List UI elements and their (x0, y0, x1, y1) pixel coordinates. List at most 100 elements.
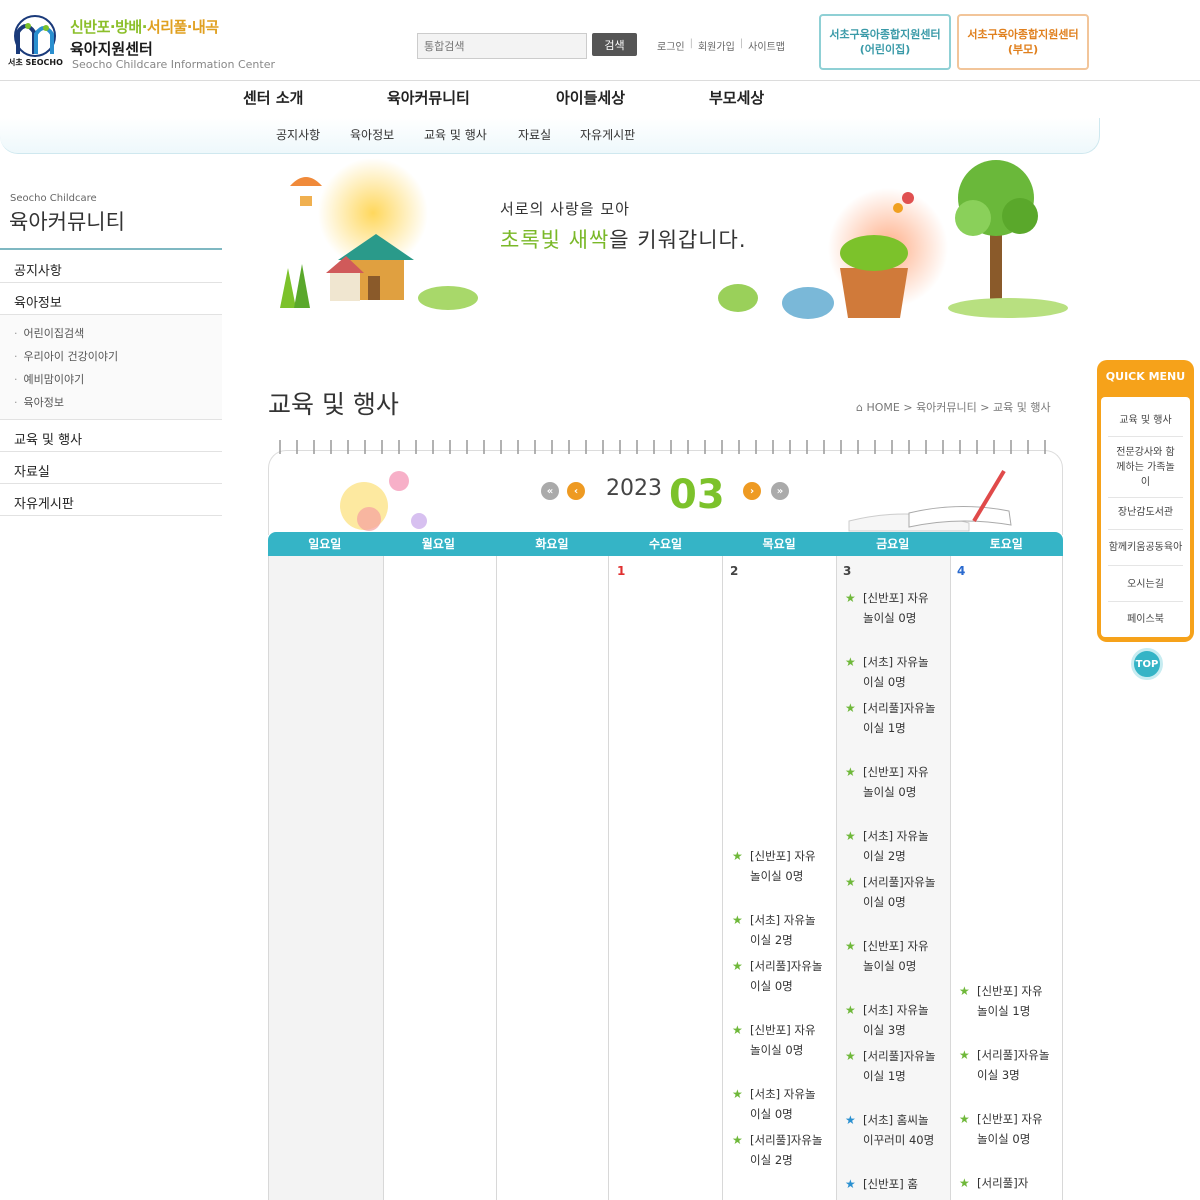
search-button[interactable]: 검색 (592, 33, 637, 56)
sidebar-item-notice[interactable]: 공지사항 (0, 251, 222, 283)
calendar-rings (279, 440, 1046, 454)
star-icon: ★ (845, 1177, 856, 1191)
date-sat: 4 (957, 564, 966, 578)
next-month-button[interactable]: › (743, 482, 761, 500)
sidebar-item-childcare-info[interactable]: 육아정보 (0, 283, 222, 315)
nav-kids-world[interactable]: 아이들세상 (556, 87, 625, 108)
top-links: 로그인 | 회원가입 | 사이트맵 (657, 38, 785, 53)
star-icon: ★ (732, 1133, 743, 1147)
calendar-event-text: [서리풀]자유놀이실 1명 (863, 1049, 936, 1083)
calendar-event-text: [서리풀]자 (977, 1176, 1029, 1190)
sitemap-link[interactable]: 사이트맵 (748, 38, 785, 53)
calendar-event[interactable]: ★ [서초] 자유놀이실 2명 (845, 826, 937, 866)
calendar-event-text: [서리풀]자유놀이실 3명 (977, 1048, 1050, 1082)
sidebar-sub-child-health[interactable]: 우리아이 건강이야기 (14, 348, 119, 364)
quick-item-toy-library[interactable]: 장난감도서관 (1101, 505, 1190, 520)
sidebar-sub-expecting-mom[interactable]: 예비맘이야기 (14, 371, 85, 387)
star-icon: ★ (732, 849, 743, 863)
subnav-free-board[interactable]: 자유게시판 (580, 126, 635, 143)
sidebar-sub-childcare-info[interactable]: 육아정보 (14, 394, 64, 410)
calendar-cell-mon (383, 556, 496, 1200)
scroll-top-button[interactable]: TOP (1131, 648, 1163, 680)
calendar-event-text: [서초] 자유놀이실 0명 (750, 1087, 816, 1121)
calendar-event-text: [서초] 자유놀이실 0명 (863, 655, 929, 689)
star-icon: ★ (732, 913, 743, 927)
calendar-event[interactable]: ★ [신반포] 자유놀이실 0명 (845, 762, 937, 802)
calendar-event[interactable]: ★ [서리풀]자유놀이실 1명 (845, 698, 937, 738)
weekday-sat: 토요일 (989, 537, 1023, 551)
sidebar-sub-daycare-search[interactable]: 어린이집검색 (14, 325, 85, 341)
star-icon: ★ (959, 1176, 970, 1190)
calendar-event-text: [신반포] 자유놀이실 0명 (863, 765, 929, 799)
date-fri: 3 (843, 564, 852, 578)
quick-item-facebook[interactable]: 페이스북 (1101, 612, 1190, 627)
prev-year-button[interactable]: « (541, 482, 559, 500)
quick-divider (1108, 565, 1183, 566)
calendar-event[interactable]: ★ [신반포] 자유놀이실 0명 (845, 936, 937, 976)
calendar-event[interactable]: ★ [신반포] 자유놀이실 0명 (732, 846, 824, 886)
calendar-event-text: [신반포] 자유놀이실 0명 (977, 1112, 1043, 1146)
sidebar-item-resources[interactable]: 자료실 (0, 452, 222, 484)
star-icon: ★ (845, 829, 856, 843)
subnav-notice[interactable]: 공지사항 (276, 126, 320, 143)
main-nav: 센터 소개 육아커뮤니티 아이들세상 부모세상 (0, 80, 1200, 118)
quick-item-co-parenting[interactable]: 함께키움공동육아 (1101, 540, 1190, 555)
breadcrumb: ⌂ HOME > 육아커뮤니티 > 교육 및 행사 (856, 401, 1051, 414)
calendar-event[interactable]: ★ [신반포] 홈 (845, 1174, 937, 1194)
calendar-event[interactable]: ★ [서초] 자유놀이실 0명 (732, 1084, 824, 1124)
calendar-event-text: [서리풀]자유놀이실 0명 (863, 875, 936, 909)
home-icon[interactable]: ⌂ (856, 401, 866, 414)
search-input[interactable] (417, 33, 587, 59)
nav-childcare-community[interactable]: 육아커뮤니티 (387, 87, 470, 108)
parent-center-button[interactable]: 서초구육아종합지원센터 (부모) (957, 14, 1089, 70)
calendar-event[interactable]: ★ [서초] 홈씨놀이꾸러미 40명 (845, 1110, 937, 1150)
weekday-fri: 금요일 (876, 537, 910, 551)
calendar-event[interactable]: ★ [신반포] 자유놀이실 1명 (959, 981, 1051, 1021)
calendar-event[interactable]: ★ [서리풀]자유놀이실 0명 (732, 956, 824, 996)
calendar-event[interactable]: ★ [서리풀]자유놀이실 3명 (959, 1045, 1051, 1085)
signup-link[interactable]: 회원가입 (698, 38, 735, 53)
star-icon: ★ (845, 591, 856, 605)
calendar-event[interactable]: ★ [신반포] 자유놀이실 0명 (845, 588, 937, 628)
calendar-event[interactable]: ★ [서리풀]자유놀이실 1명 (845, 1046, 937, 1086)
quick-item-family-play[interactable]: 전문강사와 함께하는 가족놀이 (1101, 445, 1190, 490)
calendar-event-text: [서초] 홈씨놀이꾸러미 40명 (863, 1113, 935, 1147)
star-icon: ★ (732, 959, 743, 973)
sidebar-title: 육아커뮤니티 (9, 210, 125, 234)
weekday-tue: 화요일 (535, 537, 569, 551)
calendar-event[interactable]: ★ [서리풀]자 (959, 1173, 1051, 1193)
login-link[interactable]: 로그인 (657, 38, 685, 53)
date-thu: 2 (730, 564, 739, 578)
calendar-event[interactable]: ★ [서리풀]자유놀이실 2명 (732, 1130, 824, 1170)
calendar-event[interactable]: ★ [서초] 자유놀이실 3명 (845, 1000, 937, 1040)
daycare-center-button[interactable]: 서초구육아종합지원센터 (어린이집) (819, 14, 951, 70)
sidebar-subtitle: Seocho Childcare (10, 193, 97, 204)
star-icon: ★ (845, 1003, 856, 1017)
calendar-event-text: [신반포] 자유놀이실 0명 (863, 591, 929, 625)
calendar-event[interactable]: ★ [신반포] 자유놀이실 0명 (732, 1020, 824, 1060)
prev-month-button[interactable]: ‹ (567, 482, 585, 500)
star-icon: ★ (845, 1049, 856, 1063)
subnav-resources[interactable]: 자료실 (518, 126, 551, 143)
calendar-event[interactable]: ★ [신반포] 자유놀이실 0명 (959, 1109, 1051, 1149)
next-year-button[interactable]: » (771, 482, 789, 500)
subnav-education-events[interactable]: 교육 및 행사 (424, 126, 487, 143)
quick-item-directions[interactable]: 오시는길 (1101, 577, 1190, 592)
quick-item-education-events[interactable]: 교육 및 행사 (1101, 413, 1190, 428)
star-icon: ★ (959, 1048, 970, 1062)
calendar-event[interactable]: ★ [서리풀]자유놀이실 0명 (845, 872, 937, 912)
calendar-event[interactable]: ★ [서초] 자유놀이실 2명 (732, 910, 824, 950)
sidebar-item-free-board[interactable]: 자유게시판 (0, 484, 222, 516)
quick-divider (1108, 436, 1183, 437)
calendar-event[interactable]: ★ [서초] 자유놀이실 0명 (845, 652, 937, 692)
sidebar-item-education-events[interactable]: 교육 및 행사 (0, 420, 222, 452)
calendar-event-text: [신반포] 자유놀이실 0명 (750, 1023, 816, 1057)
star-icon: ★ (845, 701, 856, 715)
nav-parents-world[interactable]: 부모세상 (709, 87, 764, 108)
logo-name[interactable]: 육아지원센터 (70, 38, 153, 59)
star-icon: ★ (845, 1113, 856, 1127)
star-icon: ★ (959, 1112, 970, 1126)
nav-center-intro[interactable]: 센터 소개 (243, 87, 303, 108)
subnav-childcare-info[interactable]: 육아정보 (350, 126, 394, 143)
weekday-thu: 목요일 (762, 537, 796, 551)
